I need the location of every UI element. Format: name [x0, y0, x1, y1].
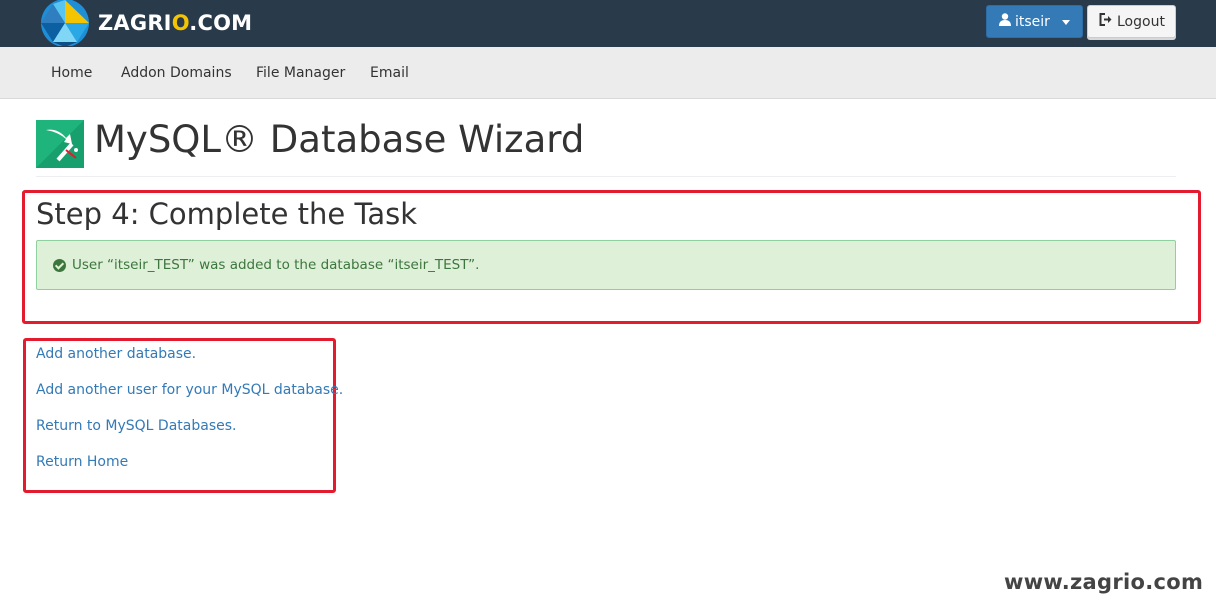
watermark: www.zagrio.com [1004, 570, 1204, 594]
logout-label: Logout [1117, 13, 1165, 30]
caret-down-icon [1062, 20, 1070, 25]
return-home-link[interactable]: Return Home [36, 454, 128, 470]
logout-button[interactable]: Logout [1087, 5, 1176, 38]
user-icon [999, 13, 1011, 30]
site-logo[interactable]: ZAGRIO.COM [40, 0, 253, 47]
main-nav: Home Addon Domains File Manager Email [0, 47, 1216, 99]
page-title: MySQL® Database Wizard [94, 118, 585, 161]
nav-item-file-manager[interactable]: File Manager [256, 65, 345, 81]
step-heading: Step 4: Complete the Task [36, 197, 418, 231]
add-another-user-link[interactable]: Add another user for your MySQL database… [36, 382, 343, 398]
return-to-mysql-databases-link[interactable]: Return to MySQL Databases. [36, 418, 236, 434]
success-alert-text: User “itseir_TEST” was added to the data… [72, 257, 480, 273]
nav-item-home[interactable]: Home [51, 65, 92, 81]
top-header: ZAGRIO.COM itseir Logout [0, 0, 1216, 47]
user-menu-label: itseir [1015, 13, 1050, 30]
success-alert: User “itseir_TEST” was added to the data… [36, 240, 1176, 290]
logout-icon [1099, 13, 1113, 30]
title-divider [36, 176, 1176, 177]
user-menu-button[interactable]: itseir [986, 5, 1083, 38]
logo-globe-icon [40, 0, 90, 47]
mysql-wizard-icon [36, 120, 84, 168]
nav-item-addon-domains[interactable]: Addon Domains [121, 65, 232, 81]
nav-item-email[interactable]: Email [370, 65, 409, 81]
logo-text: ZAGRIO.COM [98, 11, 253, 35]
add-another-database-link[interactable]: Add another database. [36, 346, 196, 362]
check-circle-icon [53, 258, 66, 272]
